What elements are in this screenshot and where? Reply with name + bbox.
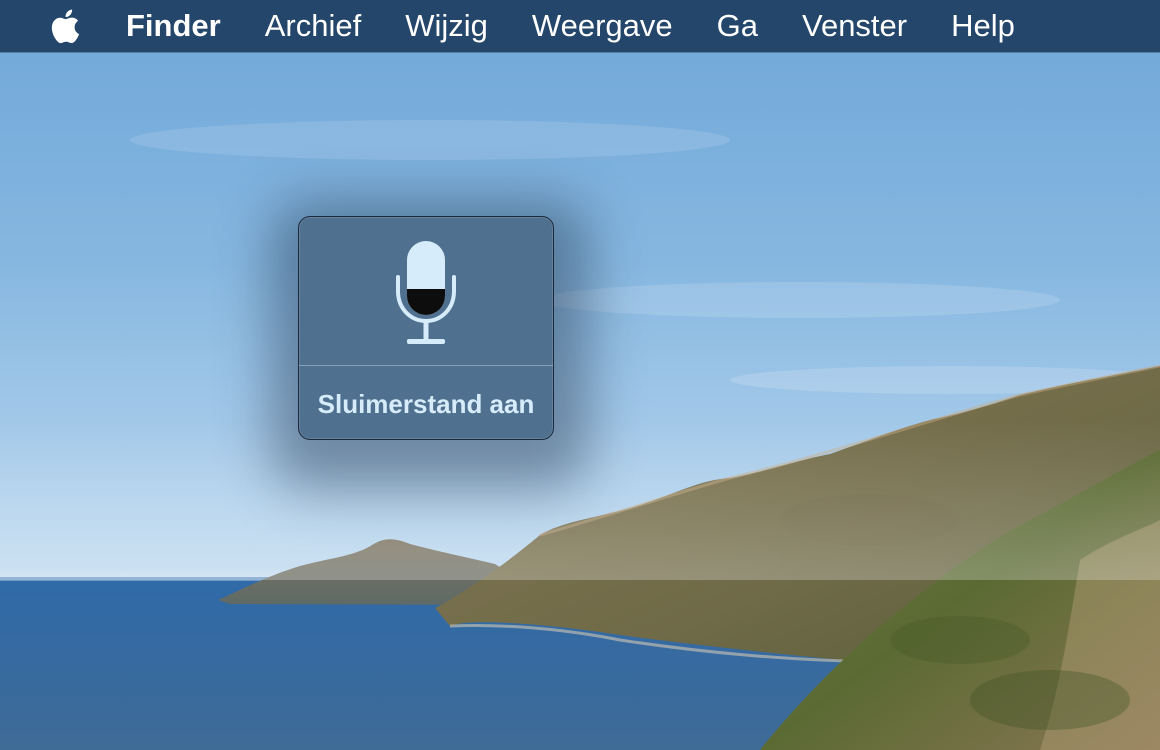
- menu-venster[interactable]: Venster: [802, 0, 907, 52]
- menu-ga[interactable]: Ga: [717, 0, 758, 52]
- hud-microphone-area[interactable]: [299, 217, 553, 365]
- menu-wijzig[interactable]: Wijzig: [405, 0, 488, 52]
- menu-archief[interactable]: Archief: [265, 0, 361, 52]
- menu-help[interactable]: Help: [951, 0, 1015, 52]
- menu-weergave[interactable]: Weergave: [532, 0, 673, 52]
- dictation-status-label: Sluimerstand aan: [317, 389, 535, 419]
- dictation-hud[interactable]: Sluimerstand aan: [298, 216, 554, 440]
- desktop: Finder Archief Wijzig Weergave Ga Venste…: [0, 0, 1160, 750]
- hud-divider: [299, 365, 553, 366]
- apple-logo-icon[interactable]: [48, 6, 82, 46]
- menu-bar: Finder Archief Wijzig Weergave Ga Venste…: [0, 0, 1160, 52]
- microphone-icon: [396, 241, 456, 344]
- menu-app-finder[interactable]: Finder: [126, 0, 221, 52]
